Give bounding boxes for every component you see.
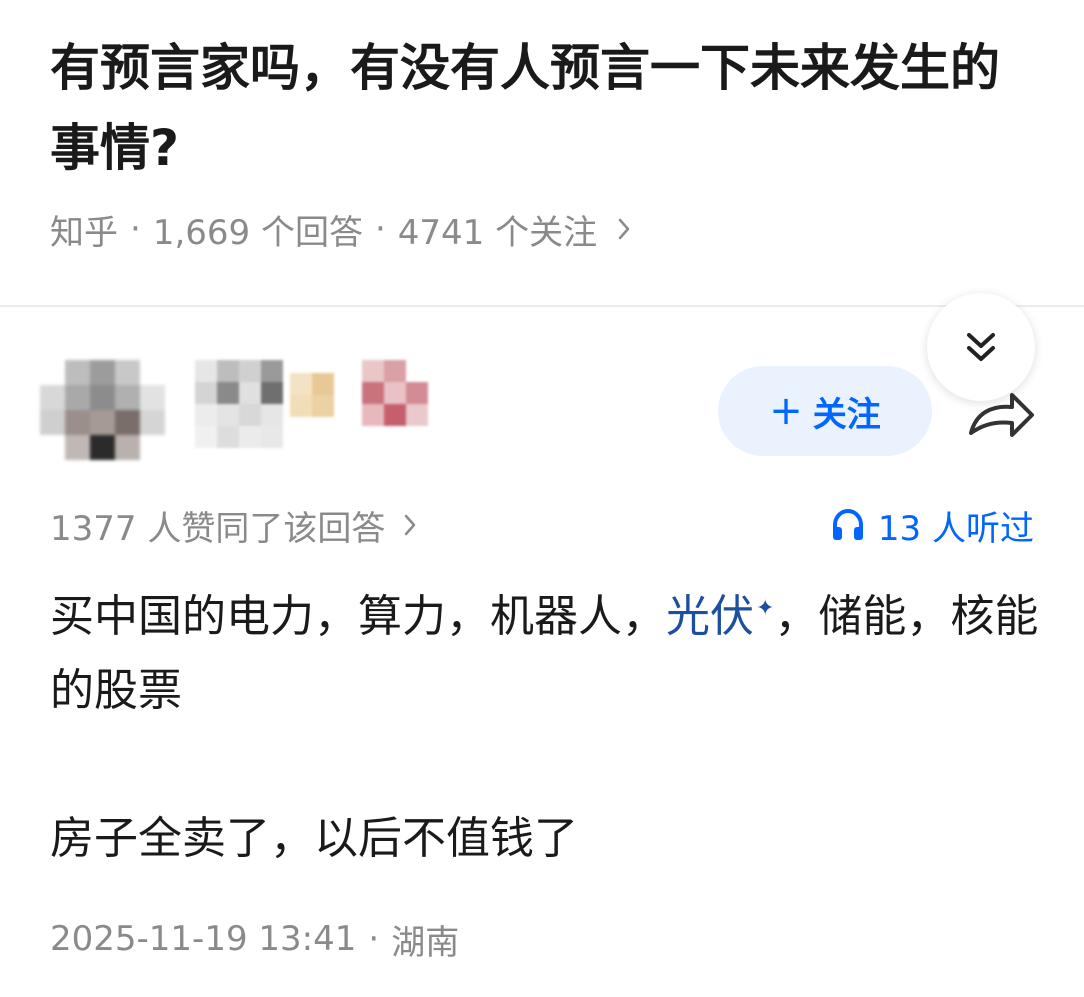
follower-count: 4741 个关注 — [397, 212, 598, 253]
listen-count[interactable]: 13 人听过 — [830, 500, 1034, 550]
answer-text: 买中国的电力，算力，机器人， — [50, 591, 666, 642]
meta-separator: · — [130, 209, 141, 249]
timestamp: 2025-11-19 13:41 — [50, 919, 357, 959]
listen-count-text: 13 人听过 — [877, 508, 1034, 549]
plus-icon: + — [769, 388, 803, 434]
author-name[interactable] — [180, 355, 480, 465]
question-title: 有预言家吗，有没有人预言一下未来发生的事情? — [50, 39, 1000, 177]
chevron-right-icon — [403, 513, 417, 537]
sparkle-icon: ✦ — [756, 596, 775, 621]
follow-button[interactable]: + 关注 — [718, 366, 932, 456]
collapse-button[interactable] — [927, 293, 1035, 401]
vote-count-text: 1377 人赞同了该回答 — [50, 508, 386, 549]
source-label: 知乎 — [50, 212, 118, 253]
section-divider — [0, 305, 1084, 307]
chevron-right-icon — [617, 217, 631, 241]
avatar[interactable] — [40, 350, 165, 475]
answer-content: 买中国的电力，算力，机器人，光伏✦，储能，核能的股票 房子全卖了，以后不值钱了 — [50, 572, 1040, 876]
follow-label: 关注 — [812, 394, 881, 435]
keyword-link[interactable]: 光伏✦ — [666, 591, 774, 642]
answer-count: 1,669 个回答 — [152, 212, 363, 253]
answer-footer: 2025-11-19 13:41 · 湖南 — [50, 914, 459, 964]
answer-paragraph: 房子全卖了，以后不值钱了 — [50, 813, 578, 864]
vote-count[interactable]: 1377 人赞同了该回答 — [50, 500, 417, 550]
author-info[interactable] — [40, 350, 480, 475]
location: 湖南 — [391, 922, 460, 963]
meta-separator: · — [374, 209, 386, 249]
double-chevron-down-icon — [967, 333, 995, 361]
footer-separator: · — [368, 919, 380, 959]
keyword-text: 光伏 — [666, 591, 754, 642]
answer-paragraph: 买中国的电力，算力，机器人，光伏✦，储能，核能的股票 — [50, 572, 1040, 728]
question-meta[interactable]: 知乎 · 1,669 个回答 · 4741 个关注 — [50, 204, 631, 254]
headphones-icon — [832, 508, 863, 540]
